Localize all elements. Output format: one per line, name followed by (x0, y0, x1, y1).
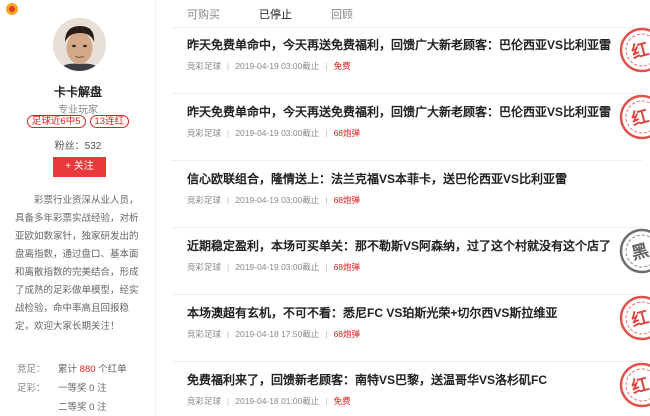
article-price: 免费 (333, 61, 351, 71)
article-title[interactable]: 近期稳定盈利，本场可买单关：那不勒斯VS阿森纳，过了这个村就没有这个店了 (187, 237, 617, 254)
article-meta: 竞彩足球 | 2019-04-19 03:00截止 | 68炮弹 (187, 262, 361, 272)
stat-value: 累计 880 个红单 (58, 364, 127, 375)
article-price: 68炮弹 (333, 329, 361, 339)
stat-row: 二等奖 0 注 (17, 398, 147, 416)
avatar[interactable] (53, 18, 106, 71)
article-title[interactable]: 免费福利来了，回馈新老顾客：南特VS巴黎，送温哥华VS洛杉矶FC (187, 371, 617, 388)
svg-text:红: 红 (629, 307, 650, 332)
expert-name: 卡卡解盘 (53, 85, 102, 99)
status-badge: 13连红 (89, 115, 130, 128)
list-item[interactable]: 昨天免费单命中，今天再送免费福利，回馈广大新老顾客：巴伦西亚VS比利亚雷 竞彩足… (172, 27, 650, 94)
article-title[interactable]: 昨天免费单命中，今天再送免费福利，回馈广大新老顾客：巴伦西亚VS比利亚雷 (187, 36, 617, 53)
tab-bar: 可购买 已停止 回顾 (172, 0, 650, 28)
red-result-stamp-icon: 红 (618, 93, 650, 141)
svg-text:红: 红 (629, 106, 650, 131)
expert-intro: 彩票行业资深从业人员，具备多年彩票实战经验，对析亚欧如数家针，独家研发出的盘离指… (15, 195, 139, 332)
svg-text:红: 红 (629, 374, 650, 399)
article-meta: 竞彩足球 | 2019-04-19 03:00截止 | 68炮弹 (187, 128, 361, 138)
article-time: 2019-04-19 03:00截止 (235, 262, 320, 272)
article-category: 竞彩足球 (187, 396, 222, 406)
article-time: 2019-04-19 03:00截止 (235, 61, 320, 71)
article-title[interactable]: 信心欧联组合，隆情送上：法兰克福VS本菲卡，送巴伦西亚VS比利亚雷 (187, 170, 617, 187)
stat-value: 二等奖 0 注 (58, 402, 107, 413)
svg-text:红: 红 (629, 39, 650, 64)
article-meta: 竞彩足球 | 2019-04-19 03:00截止 | 免费 (187, 61, 351, 71)
status-badge: 足球近6中5 (26, 115, 86, 128)
list-item[interactable]: 免费福利来了，回馈新老顾客：南特VS巴黎，送温哥华VS洛杉矶FC 竞彩足球 | 20… (172, 362, 650, 416)
stat-label: 竞足： (17, 364, 46, 375)
article-price: 免费 (333, 396, 351, 406)
article-time: 2019-04-19 03:00截止 (235, 195, 320, 205)
red-result-stamp-icon: 红 (618, 361, 650, 409)
stat-label: 足彩： (17, 383, 46, 394)
list-item[interactable]: 本场澳超有玄机，不可不看：悉尼FC VS珀斯光荣+切尔西VS斯拉维亚 竞彩足球 |… (172, 295, 650, 362)
list-item[interactable]: 近期稳定盈利，本场可买单关：那不勒斯VS阿森纳，过了这个村就没有这个店了 竞彩足… (172, 228, 650, 295)
article-meta: 竞彩足球 | 2019-04-18 01:00截止 | 免费 (187, 396, 351, 406)
expert-title: 专业玩家 (58, 105, 98, 116)
article-category: 竞彩足球 (187, 329, 222, 339)
article-meta: 竞彩足球 | 2019-04-18 17:50截止 | 68炮弹 (187, 329, 361, 339)
article-title[interactable]: 昨天免费单命中，今天再送免费福利，回馈广大新老顾客：巴伦西亚VS比利亚雷 (187, 103, 617, 120)
sidebar: 卡卡解盘 专业玩家 足球近6中5 13连红 粉丝：532 + 关注 彩票行业资深… (0, 0, 156, 416)
badge-group: 足球近6中5 13连红 (0, 115, 156, 128)
article-time: 2019-04-19 03:00截止 (235, 128, 320, 138)
tab-stopped[interactable]: 已停止 (259, 6, 292, 22)
article-category: 竞彩足球 (187, 61, 222, 71)
article-category: 竞彩足球 (187, 128, 222, 138)
fans-label: 粉丝： (54, 141, 85, 152)
stat-row: 竞足： 累计 880 个红单 (17, 360, 147, 379)
article-meta: 竞彩足球 | 2019-04-19 03:00截止 | 68炮弹 (187, 195, 361, 205)
red-result-stamp-icon: 红 (618, 26, 650, 74)
follow-button[interactable]: + 关注 (53, 157, 106, 177)
list-item[interactable]: 信心欧联组合，隆情送上：法兰克福VS本菲卡，送巴伦西亚VS比利亚雷 竞彩足球 | 2… (172, 162, 642, 228)
red-result-stamp-icon: 红 (618, 294, 650, 342)
black-result-stamp-icon: 黑 (618, 227, 650, 275)
tab-available[interactable]: 可购买 (187, 6, 220, 22)
list-item[interactable]: 昨天免费单命中，今天再送免费福利，回馈广大新老顾客：巴伦西亚VS比利亚雷 竞彩足… (172, 94, 650, 161)
article-price: 68炮弹 (333, 195, 361, 205)
main-content: 可购买 已停止 回顾 昨天免费单命中，今天再送免费福利，回馈广大新老顾客：巴伦西… (172, 0, 650, 416)
stat-value: 一等奖 0 注 (58, 383, 107, 394)
fans-count: 粉丝：532 (0, 137, 156, 152)
stat-row: 足彩： 一等奖 0 注 (17, 379, 147, 398)
brand-logo-icon[interactable] (6, 3, 18, 15)
article-category: 竞彩足球 (187, 262, 222, 272)
article-price: 68炮弹 (333, 262, 361, 272)
article-category: 竞彩足球 (187, 195, 222, 205)
stats-list: 竞足： 累计 880 个红单 足彩： 一等奖 0 注 二等奖 0 注 (17, 360, 147, 416)
tab-review[interactable]: 回顾 (331, 6, 353, 22)
svg-text:黑: 黑 (630, 241, 650, 265)
article-title[interactable]: 本场澳超有玄机，不可不看：悉尼FC VS珀斯光荣+切尔西VS斯拉维亚 (187, 304, 617, 321)
article-time: 2019-04-18 17:50截止 (235, 329, 320, 339)
fans-value: 532 (84, 141, 102, 152)
article-price: 68炮弹 (333, 128, 361, 138)
article-time: 2019-04-18 01:00截止 (235, 396, 320, 406)
